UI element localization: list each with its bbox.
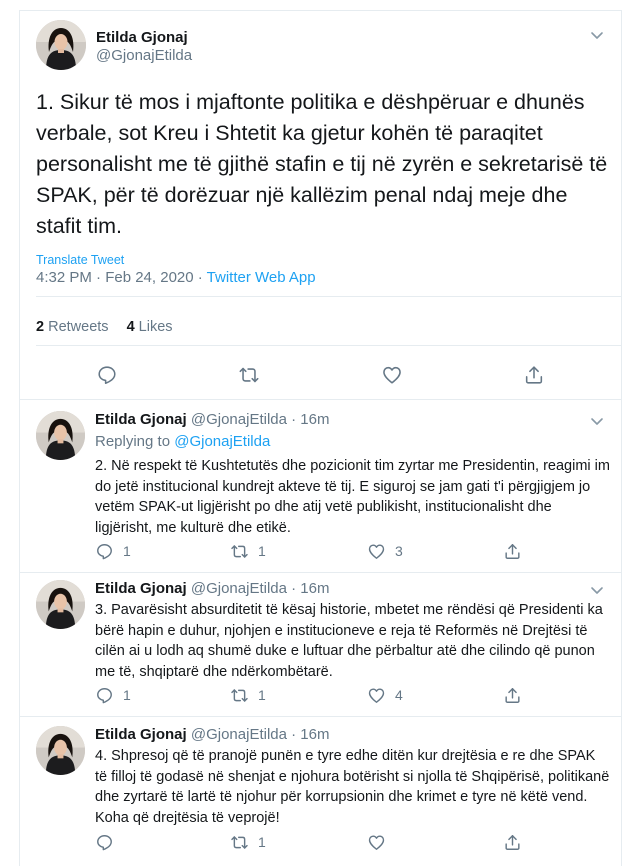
reply-text: 3. Pavarësisht absurditetit të kësaj his… xyxy=(95,602,603,680)
reply-header: Etilda Gjonaj @GjonajEtilda · 16m xyxy=(95,411,329,428)
share-action[interactable] xyxy=(503,832,522,852)
share-icon xyxy=(505,543,520,559)
replying-to: Replying to @GjonajEtilda xyxy=(95,433,270,450)
reply-action-bar: 1 1 3 xyxy=(95,541,535,561)
like-action[interactable]: 4 xyxy=(367,685,403,705)
author-name[interactable]: Etilda Gjonaj xyxy=(95,411,187,428)
divider xyxy=(20,399,621,400)
retweet-count: 1 xyxy=(258,543,266,559)
reply-action[interactable] xyxy=(95,832,123,852)
share-icon[interactable] xyxy=(523,364,545,386)
reply-action-bar: 1 1 4 xyxy=(95,685,535,705)
divider xyxy=(20,716,621,717)
divider xyxy=(20,572,621,573)
author-handle[interactable]: @GjonajEtilda · 16m xyxy=(191,726,330,743)
retweet-count: 1 xyxy=(258,834,266,850)
avatar[interactable] xyxy=(36,726,85,775)
likes-label: Likes xyxy=(138,319,173,335)
retweet-icon xyxy=(231,688,248,702)
like-icon xyxy=(368,834,385,850)
like-icon[interactable] xyxy=(381,364,403,386)
avatar[interactable] xyxy=(36,411,85,460)
share-icon xyxy=(505,834,520,850)
reply-count: 1 xyxy=(123,687,131,703)
author-handle[interactable]: @GjonajEtilda · 16m xyxy=(191,411,330,428)
like-icon xyxy=(368,687,385,703)
retweets-label: Retweets xyxy=(48,319,109,335)
tweet-action-bar xyxy=(20,364,621,388)
tweet-stats: 2 Retweets 4 Likes xyxy=(36,319,173,335)
divider xyxy=(36,296,621,297)
chevron-down-icon[interactable] xyxy=(589,27,605,43)
reply-header: Etilda Gjonaj @GjonajEtilda · 16m xyxy=(95,580,329,597)
likes-count: 4 xyxy=(126,319,135,335)
reply-icon xyxy=(97,543,112,559)
avatar[interactable] xyxy=(36,580,85,629)
avatar[interactable] xyxy=(36,20,86,70)
like-count: 3 xyxy=(395,543,403,559)
like-count: 4 xyxy=(395,687,403,703)
like-action[interactable] xyxy=(367,832,395,852)
retweet-icon xyxy=(231,544,248,558)
retweet-action[interactable]: 1 xyxy=(230,832,266,852)
reply-text: 4. Shpresoj që të pranojë punën e tyre e… xyxy=(95,748,610,826)
share-action[interactable] xyxy=(503,685,522,705)
retweet-action[interactable]: 1 xyxy=(230,685,266,705)
reply-icon xyxy=(97,834,112,850)
reply-action[interactable]: 1 xyxy=(95,541,131,561)
reply-tweet[interactable]: Etilda Gjonaj @GjonajEtilda · 16m Replyi… xyxy=(20,411,621,571)
translate-tweet-link[interactable]: Translate Tweet xyxy=(36,253,124,267)
like-icon xyxy=(368,543,385,559)
replying-label: Replying to xyxy=(95,433,175,450)
chevron-down-icon[interactable] xyxy=(589,413,605,429)
share-icon xyxy=(505,687,520,703)
author-name[interactable]: Etilda Gjonaj xyxy=(96,29,188,46)
reply-tweet[interactable]: Etilda Gjonaj @GjonajEtilda · 16m 4. Shp… xyxy=(20,726,621,856)
retweet-icon[interactable] xyxy=(238,364,260,386)
likes-stat[interactable]: 4 Likes xyxy=(127,319,173,335)
chevron-down-icon[interactable] xyxy=(589,582,605,598)
reply-action-bar: 1 xyxy=(95,832,535,852)
share-action[interactable] xyxy=(503,541,522,561)
author-name[interactable]: Etilda Gjonaj xyxy=(95,726,187,743)
author-handle[interactable]: @GjonajEtilda · 16m xyxy=(191,580,330,597)
tweet-source-link[interactable]: Twitter Web App xyxy=(207,269,316,286)
author-handle[interactable]: @GjonajEtilda xyxy=(96,47,192,64)
retweet-icon xyxy=(231,835,248,849)
reply-icon xyxy=(97,687,112,703)
retweet-count: 1 xyxy=(258,687,266,703)
replying-to-link[interactable]: @GjonajEtilda xyxy=(174,433,270,450)
retweet-action[interactable]: 1 xyxy=(230,541,266,561)
tweet-text: 1. Sikur të mos i mjaftonte politika e d… xyxy=(36,90,608,238)
reply-icon[interactable] xyxy=(96,364,118,386)
retweets-count: 2 xyxy=(36,319,45,335)
reply-action[interactable]: 1 xyxy=(95,685,131,705)
tweet-timestamp[interactable]: 4:32 PM · Feb 24, 2020 · xyxy=(36,269,207,286)
author-name[interactable]: Etilda Gjonaj xyxy=(95,580,187,597)
retweets-stat[interactable]: 2 Retweets xyxy=(36,319,109,335)
reply-count: 1 xyxy=(123,543,131,559)
reply-header: Etilda Gjonaj @GjonajEtilda · 16m xyxy=(95,726,329,743)
divider xyxy=(36,345,621,346)
like-action[interactable]: 3 xyxy=(367,541,403,561)
reply-text: 2. Në respekt të Kushtetutës dhe pozicio… xyxy=(95,458,610,536)
reply-tweet[interactable]: Etilda Gjonaj @GjonajEtilda · 16m 3. Pav… xyxy=(20,580,621,710)
tweet-metadata: 4:32 PM · Feb 24, 2020 · Twitter Web App xyxy=(36,269,316,286)
